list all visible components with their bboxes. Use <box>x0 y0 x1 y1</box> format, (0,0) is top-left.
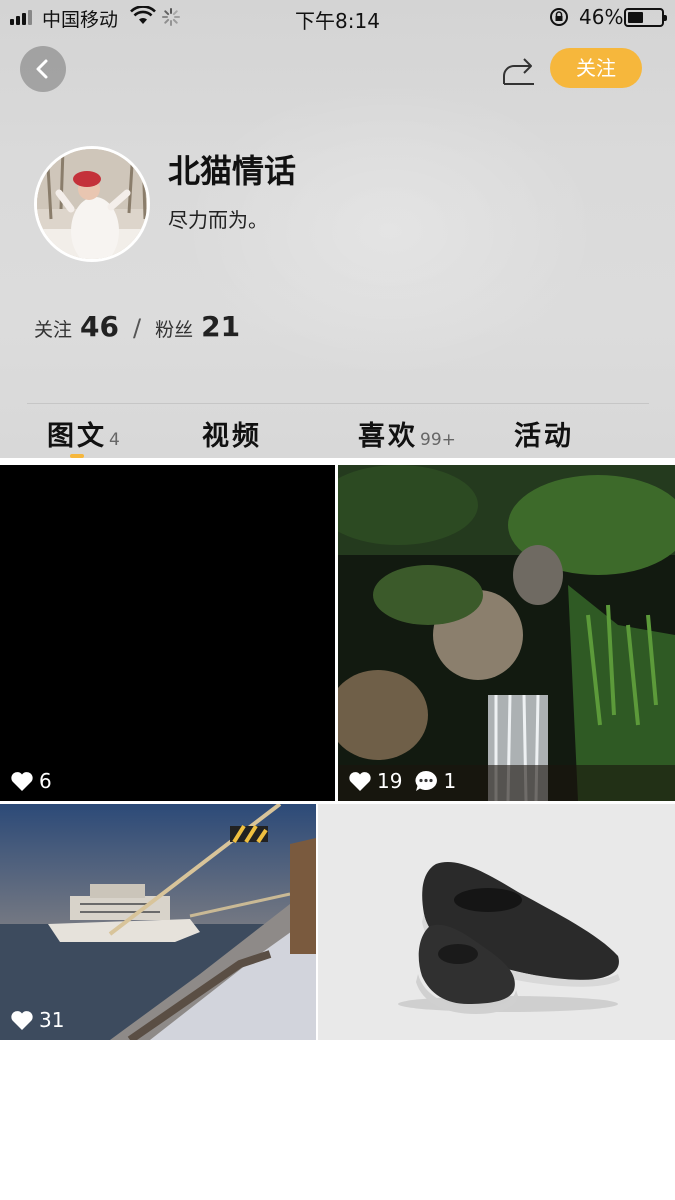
status-time: 下午8:14 <box>295 9 380 33</box>
avatar-photo <box>37 149 147 259</box>
shoes-photo <box>318 804 675 1040</box>
profile-stats: 关注 46 / 粉丝 21 <box>34 310 240 346</box>
tab-likes[interactable]: 喜欢 99+ <box>358 414 456 453</box>
follow-button[interactable]: 关注 <box>550 48 642 88</box>
following-count[interactable]: 46 <box>80 310 119 343</box>
profile-name: 北猫情话 <box>168 152 297 190</box>
tab-label: 活动 <box>514 421 574 452</box>
chevron-left-icon <box>36 59 48 79</box>
post-stats: 6 <box>10 769 64 793</box>
following-label[interactable]: 关注 <box>34 315 72 342</box>
like-count: 19 <box>377 769 403 793</box>
tab-posts[interactable]: 图文 4 <box>47 414 120 453</box>
share-icon <box>503 58 534 85</box>
tab-count: 99+ <box>420 430 456 450</box>
boat-photo <box>0 804 316 1040</box>
battery-percent: 46% <box>579 5 624 29</box>
active-tab-indicator <box>70 454 84 458</box>
followers-count[interactable]: 21 <box>201 310 240 343</box>
heart-icon <box>11 771 33 791</box>
like-count: 31 <box>39 1008 65 1032</box>
divider <box>27 403 649 404</box>
battery-icon <box>624 8 667 27</box>
share-button[interactable] <box>500 52 540 88</box>
stats-separator: / <box>132 314 142 342</box>
post-stats: 31 <box>10 1008 76 1032</box>
status-bar: 中国移动 下午8:14 46% <box>0 0 675 34</box>
heart-icon <box>349 771 371 791</box>
tab-activities[interactable]: 活动 <box>514 414 574 453</box>
rotation-lock-icon <box>550 8 568 26</box>
followers-label[interactable]: 粉丝 <box>155 315 193 342</box>
post-tile[interactable]: 31 <box>0 804 316 1040</box>
waterfall-photo <box>338 465 675 801</box>
like-count: 6 <box>39 769 52 793</box>
profile-bio: 尽力而为。 <box>168 208 268 232</box>
back-button[interactable] <box>20 46 66 92</box>
tab-label: 视频 <box>202 421 262 452</box>
profile-header: 中国移动 下午8:14 46% 关注 北猫情话 尽力而为。 关注 46 / 粉丝… <box>0 0 675 458</box>
post-tile[interactable]: 6 <box>0 465 335 801</box>
tab-videos[interactable]: 视频 <box>202 414 262 453</box>
comment-icon <box>415 771 438 791</box>
tab-count: 4 <box>109 430 120 450</box>
tab-label: 图文 <box>47 421 107 452</box>
avatar[interactable] <box>34 146 150 262</box>
post-tile[interactable]: 19 1 <box>338 465 675 801</box>
post-tile[interactable] <box>318 804 675 1040</box>
heart-icon <box>11 1010 33 1030</box>
tab-label: 喜欢 <box>358 421 418 452</box>
profile-tabs: 图文 4 视频 喜欢 99+ 活动 <box>0 410 675 458</box>
comment-count: 1 <box>443 769 457 793</box>
post-stats: 19 1 <box>348 769 468 793</box>
